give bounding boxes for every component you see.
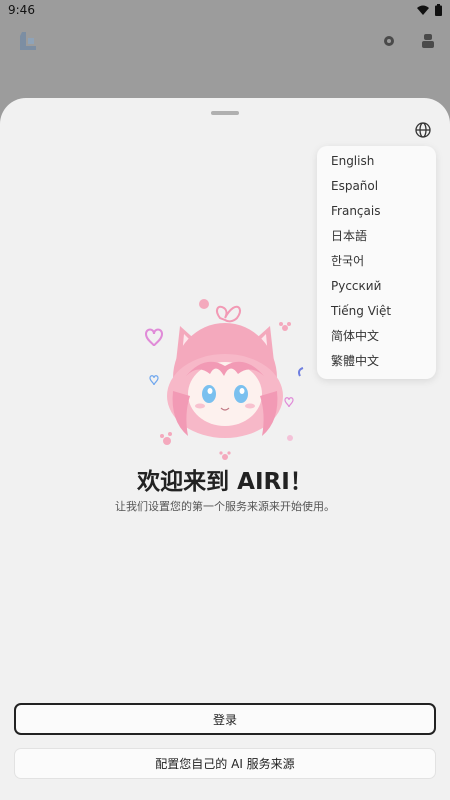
drag-handle[interactable] (211, 111, 239, 115)
language-menu: English Español Français 日本語 한국어 Русский… (317, 146, 436, 379)
welcome-sheet: English Español Français 日本語 한국어 Русский… (0, 98, 450, 800)
configure-ai-provider-button[interactable]: 配置您自己的 AI 服务来源 (14, 748, 436, 779)
language-option-traditional-chinese[interactable]: 繁體中文 (317, 349, 436, 374)
language-option-russian[interactable]: Русский (317, 274, 436, 299)
wifi-icon (417, 5, 429, 15)
language-option-simplified-chinese[interactable]: 简体中文 (317, 324, 436, 349)
language-option-spanish[interactable]: Español (317, 174, 436, 199)
mascot-illustration (144, 299, 304, 460)
status-time: 9:46 (8, 3, 35, 17)
app-logo-icon[interactable] (16, 28, 40, 52)
app-bar (0, 20, 450, 70)
language-button[interactable] (410, 117, 436, 143)
welcome-title: 欢迎来到 AIRI！ (137, 469, 313, 495)
language-option-korean[interactable]: 한국어 (317, 249, 436, 274)
language-option-japanese[interactable]: 日本語 (317, 224, 436, 249)
more-icon[interactable] (420, 33, 436, 49)
login-button[interactable]: 登录 (14, 703, 436, 735)
language-option-english[interactable]: English (317, 149, 436, 174)
status-bar: 9:46 (0, 0, 450, 20)
battery-icon (435, 4, 442, 16)
gear-icon[interactable] (381, 33, 397, 49)
language-option-vietnamese[interactable]: Tiếng Việt (317, 299, 436, 324)
welcome-subtitle: 让我们设置您的第一个服务来源来开始使用。 (115, 500, 335, 513)
globe-icon (415, 122, 431, 138)
status-icons (417, 4, 442, 16)
language-option-french[interactable]: Français (317, 199, 436, 224)
